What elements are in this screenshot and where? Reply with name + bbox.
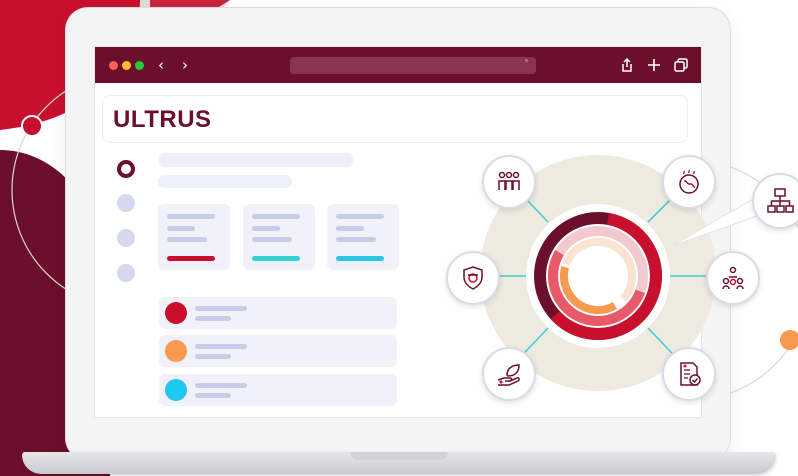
list-item[interactable] [159, 297, 397, 329]
stat-card[interactable] [158, 204, 230, 270]
placeholder-title [158, 153, 354, 167]
sustainability-hand-leaf-icon[interactable] [482, 347, 536, 401]
chevron-right-icon[interactable]: › [177, 56, 193, 74]
stat-accent-bar [252, 256, 300, 261]
list-item[interactable] [159, 374, 397, 406]
stat-card[interactable] [243, 204, 315, 270]
team-icon[interactable] [482, 155, 536, 209]
step-indicator[interactable] [117, 194, 135, 212]
tabs-icon[interactable] [673, 57, 689, 73]
minimize-window-button[interactable] [122, 61, 131, 70]
status-dot [165, 302, 187, 324]
stat-accent-bar [167, 256, 215, 261]
plus-icon[interactable] [646, 57, 662, 73]
address-bar[interactable] [290, 57, 536, 74]
app-header: ULTRUS [102, 95, 688, 143]
org-people-icon[interactable] [706, 251, 760, 305]
safety-shield-icon[interactable] [446, 251, 500, 305]
status-dot [165, 379, 187, 401]
laptop-notch [350, 452, 448, 460]
stat-accent-bar [336, 256, 384, 261]
close-window-button[interactable] [109, 61, 118, 70]
list-item[interactable] [159, 335, 397, 367]
placeholder-subtitle [158, 175, 292, 188]
compliance-document-icon[interactable] [662, 347, 716, 401]
step-indicator[interactable] [117, 264, 135, 282]
share-icon[interactable] [619, 57, 635, 73]
browser-toolbar: ‹ › [95, 47, 701, 83]
global-health-icon[interactable] [662, 155, 716, 209]
maximize-window-button[interactable] [135, 61, 144, 70]
status-dot [165, 340, 187, 362]
chevron-left-icon[interactable]: ‹ [153, 56, 169, 74]
reload-icon[interactable] [525, 59, 528, 62]
step-indicator-active[interactable] [117, 160, 135, 178]
laptop-screen: ‹ › ULTRUS [94, 46, 702, 418]
step-indicator[interactable] [117, 229, 135, 247]
brand-logo[interactable]: ULTRUS [113, 106, 212, 134]
stat-card[interactable] [327, 204, 399, 270]
